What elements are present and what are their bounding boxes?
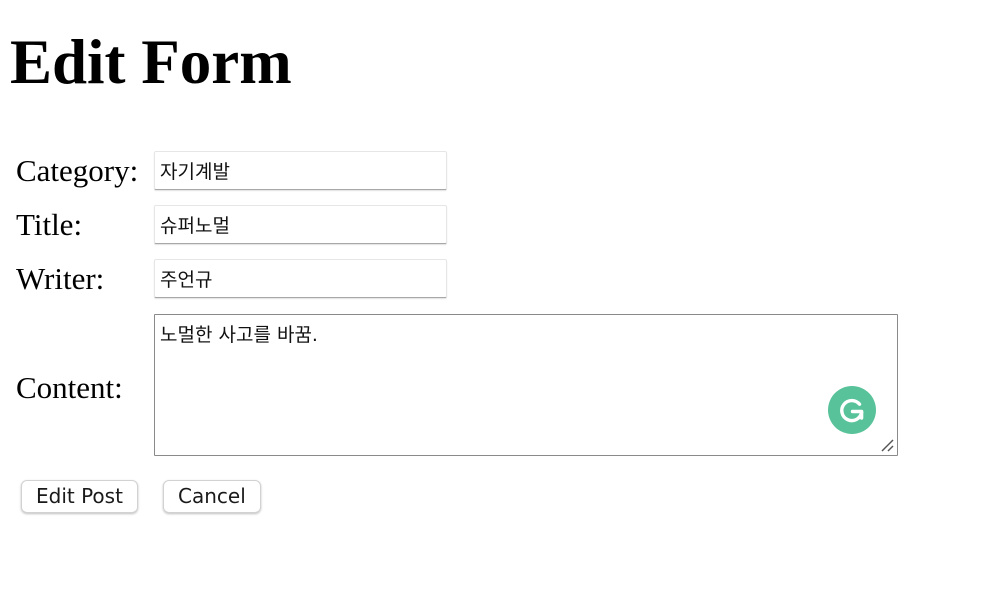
content-label: Content: [16, 370, 123, 405]
grammarly-icon[interactable] [828, 386, 876, 434]
edit-post-button[interactable]: Edit Post [21, 480, 138, 513]
writer-label: Writer: [16, 261, 105, 296]
resize-grip-icon[interactable] [879, 437, 895, 453]
content-textarea[interactable]: 노멀한 사고를 바꿈. [154, 314, 898, 456]
category-input[interactable] [154, 151, 447, 190]
page-title: Edit Form [10, 27, 292, 97]
grammarly-g-icon [840, 398, 864, 423]
title-input[interactable] [154, 205, 447, 244]
title-label: Title: [16, 207, 83, 242]
cancel-button[interactable]: Cancel [163, 480, 261, 513]
category-label: Category: [16, 153, 139, 188]
writer-input[interactable] [154, 259, 447, 298]
